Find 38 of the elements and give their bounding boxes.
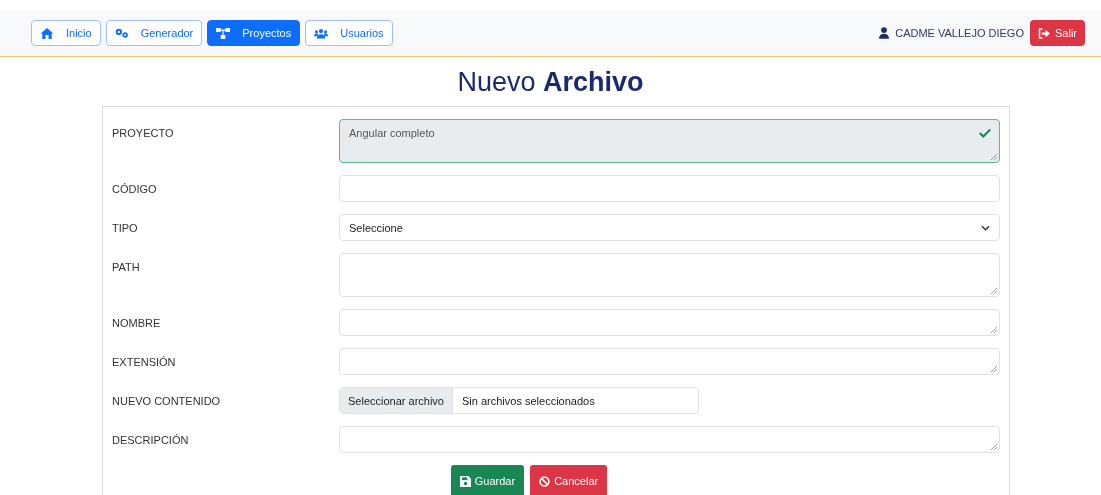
- field-label: CÓDIGO: [112, 182, 158, 195]
- page-title: Nuevo Archivo: [456, 66, 645, 98]
- check-icon: [979, 128, 991, 138]
- resize-grip-icon: [991, 366, 997, 372]
- field-label: DESCRIPCIÓN: [112, 433, 190, 446]
- field-label: TIPO: [112, 221, 139, 234]
- sitemap-icon: [216, 27, 231, 39]
- ban-icon: [539, 475, 551, 487]
- home-icon: [40, 27, 54, 39]
- text-area[interactable]: [339, 309, 1000, 336]
- cancel-button[interactable]: Cancelar: [530, 465, 608, 495]
- nav-tab[interactable]: Usuarios: [305, 20, 393, 46]
- text-area[interactable]: [339, 426, 1000, 453]
- field-label: NOMBRE: [112, 316, 162, 329]
- field-label: NUEVO CONTENIDO: [112, 394, 222, 407]
- resize-grip-icon: [991, 327, 997, 333]
- input-field[interactable]: [339, 175, 1000, 202]
- field-label: PATH: [112, 260, 141, 273]
- users-icon: [314, 27, 329, 39]
- text-area[interactable]: [339, 348, 1000, 375]
- nav-tab[interactable]: Inicio: [31, 20, 101, 46]
- file-input[interactable]: Seleccionar archivo Sin archivos seleccionados: [339, 387, 699, 414]
- text-area[interactable]: [339, 253, 1000, 297]
- field-label: PROYECTO: [112, 126, 175, 139]
- save-button[interactable]: Guardar: [450, 465, 525, 495]
- resize-grip-icon: [991, 154, 997, 160]
- nav-tab[interactable]: Generador: [105, 20, 203, 46]
- chevron-down-icon: [981, 224, 990, 231]
- nav-tab[interactable]: Proyectos: [207, 20, 301, 46]
- logout-button[interactable]: Salir: [1030, 20, 1085, 46]
- resize-grip-icon: [991, 444, 997, 450]
- field-label: EXTENSIÓN: [112, 355, 177, 368]
- user-icon: [879, 27, 890, 39]
- resize-grip-icon: [991, 288, 997, 294]
- select-field[interactable]: Seleccione: [339, 214, 1000, 241]
- user-name: CADME VALLEJO DIEGO: [895, 27, 1024, 39]
- sign-out-icon: [1038, 27, 1050, 39]
- gears-icon: [114, 27, 129, 39]
